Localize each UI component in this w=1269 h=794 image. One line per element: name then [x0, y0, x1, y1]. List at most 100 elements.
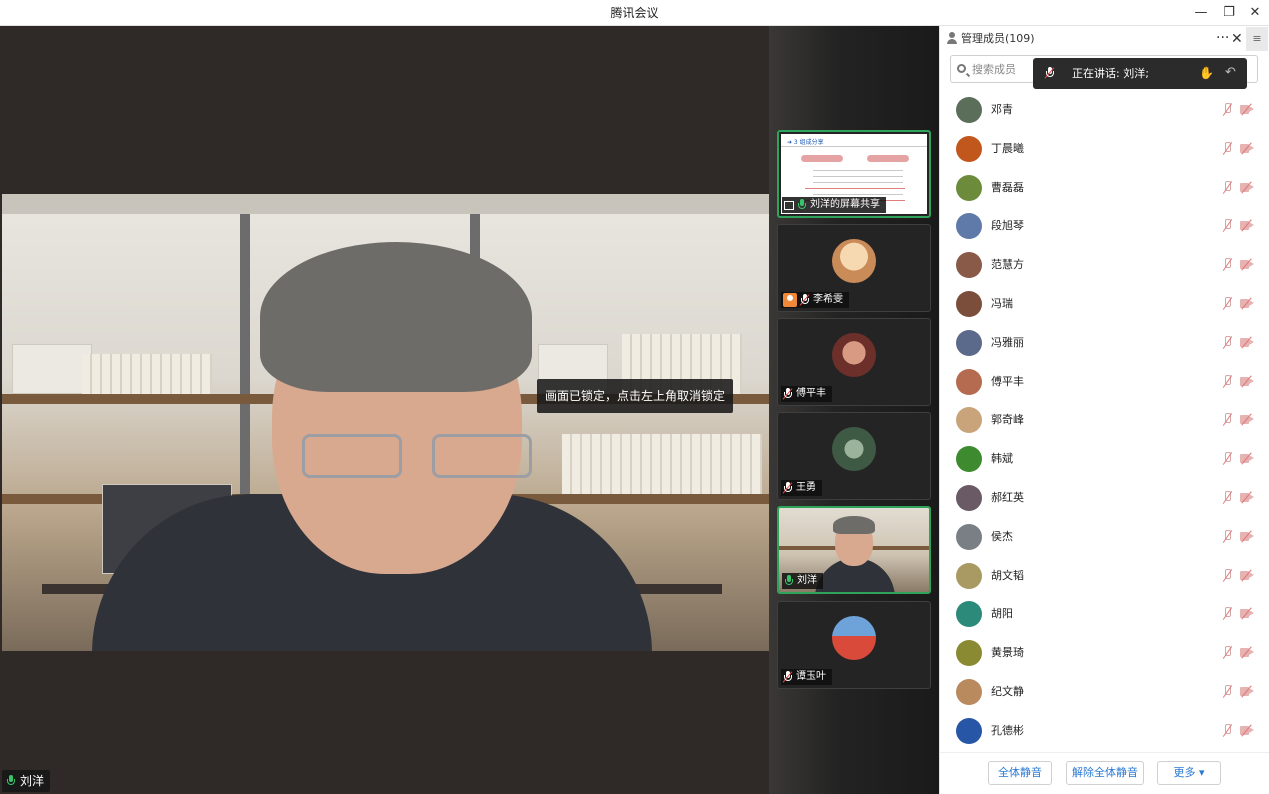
thumb-participant[interactable]: 王勇	[777, 412, 931, 500]
mic-muted-icon[interactable]	[1222, 568, 1232, 582]
member-row[interactable]: 郝红英	[940, 480, 1269, 518]
screen-share-icon	[784, 200, 794, 210]
member-avatar	[956, 562, 982, 589]
camera-off-icon[interactable]	[1240, 569, 1254, 582]
member-name: 丁晨曦	[991, 141, 1024, 155]
camera-off-icon[interactable]	[1240, 142, 1254, 155]
thumb-name-bar: 刘洋的屏幕共享	[782, 197, 886, 213]
mic-muted-icon[interactable]	[1222, 529, 1232, 543]
camera-off-icon[interactable]	[1240, 724, 1254, 737]
mic-muted-icon	[782, 482, 793, 494]
camera-off-icon[interactable]	[1240, 491, 1254, 504]
raise-hand-icon[interactable]: ✋	[1199, 66, 1223, 80]
member-avatar	[956, 523, 982, 550]
member-row[interactable]: 胡文韬	[940, 558, 1269, 596]
participant-avatar	[832, 333, 876, 377]
video-bg-box	[12, 344, 92, 394]
member-name: 邓青	[991, 103, 1013, 116]
more-dropdown-button[interactable]: 更多 ▾	[1157, 761, 1221, 785]
thumb-participant[interactable]: 傅平丰	[777, 318, 931, 406]
member-name: 段旭琴	[991, 219, 1024, 233]
mic-muted-icon[interactable]	[1222, 141, 1232, 155]
thumb-screen-share[interactable]: ➜ 3 组成分享 刘洋的屏幕共享	[777, 130, 931, 218]
mic-muted-icon[interactable]	[1222, 103, 1232, 116]
main-stage: 画面已锁定，点击左上角取消锁定 刘洋	[0, 26, 769, 794]
camera-off-icon[interactable]	[1240, 297, 1254, 310]
thumb-name: 李希雯	[813, 294, 843, 305]
mic-muted-icon[interactable]	[1222, 491, 1232, 504]
close-window-button[interactable]: ✕	[1240, 0, 1269, 26]
member-row[interactable]: 丁晨曦	[940, 131, 1269, 169]
camera-off-icon[interactable]	[1240, 375, 1254, 388]
thumb-name-bar: 王勇	[781, 480, 822, 496]
undo-icon[interactable]: ↶	[1225, 65, 1236, 81]
minimize-button[interactable]: —	[1186, 0, 1216, 26]
thumb-name: 刘洋的屏幕共享	[810, 199, 880, 210]
main-video[interactable]	[2, 194, 769, 651]
mic-muted-icon[interactable]	[1222, 607, 1232, 620]
member-row[interactable]: 范慧方	[940, 247, 1269, 285]
mic-muted-icon[interactable]	[1222, 723, 1232, 737]
camera-off-icon[interactable]	[1240, 530, 1254, 543]
thumb-participant[interactable]: 李希雯	[777, 224, 931, 312]
member-row[interactable]: 郭奇峰	[940, 402, 1269, 440]
camera-off-icon[interactable]	[1240, 258, 1254, 271]
camera-off-icon[interactable]	[1240, 452, 1254, 465]
mic-muted-icon[interactable]	[1222, 335, 1232, 349]
member-name: 胡阳	[991, 607, 1013, 621]
camera-off-icon[interactable]	[1240, 103, 1254, 116]
member-row[interactable]: 韩斌	[940, 441, 1269, 479]
member-row[interactable]: 傅平丰	[940, 364, 1269, 402]
thumb-participant[interactable]: 谭玉叶	[777, 601, 931, 689]
camera-off-icon[interactable]	[1240, 646, 1254, 659]
camera-off-icon[interactable]	[1240, 685, 1254, 698]
mic-muted-icon[interactable]	[1222, 219, 1232, 232]
member-avatar	[956, 679, 982, 705]
camera-off-icon[interactable]	[1240, 336, 1254, 349]
member-name: 冯瑞	[991, 297, 1013, 310]
more-options-button[interactable]: ···	[1216, 26, 1229, 50]
member-avatar	[956, 368, 982, 395]
member-row[interactable]: 邓青	[940, 92, 1269, 130]
thumb-participant-video[interactable]: 刘洋	[777, 506, 931, 594]
mic-muted-icon[interactable]	[1222, 297, 1232, 310]
member-avatar	[956, 213, 982, 240]
mic-on-icon	[784, 575, 794, 587]
member-row[interactable]: 孔德彬	[940, 713, 1269, 751]
mic-muted-icon[interactable]	[1222, 374, 1232, 388]
camera-off-icon[interactable]	[1240, 181, 1254, 194]
main-speaker-name: 刘洋	[20, 774, 45, 788]
mic-muted-icon[interactable]	[1222, 646, 1232, 659]
mic-muted-icon[interactable]	[1222, 413, 1232, 426]
member-row[interactable]: 纪文静	[940, 674, 1269, 712]
camera-off-icon[interactable]	[1240, 219, 1254, 232]
member-avatar	[956, 640, 982, 667]
mic-muted-icon[interactable]	[1222, 258, 1232, 271]
camera-off-icon[interactable]	[1240, 607, 1254, 620]
member-row[interactable]: 曹磊磊	[940, 170, 1269, 208]
mic-muted-icon[interactable]	[1222, 685, 1232, 698]
mic-muted-icon[interactable]	[1222, 452, 1232, 465]
mute-all-button[interactable]: 全体静音	[988, 761, 1052, 785]
thumb-name-bar: 李希雯	[781, 292, 849, 308]
member-row[interactable]: 侯杰	[940, 519, 1269, 557]
member-name: 黄景琦	[991, 646, 1024, 660]
participant-avatar	[832, 427, 876, 471]
host-icon	[783, 293, 797, 307]
member-row[interactable]: 胡阳	[940, 596, 1269, 634]
video-bg-books	[82, 354, 212, 394]
thumb-name-bar: 刘洋	[782, 573, 823, 589]
member-row[interactable]: 冯瑞	[940, 286, 1269, 324]
member-name: 郭奇峰	[991, 413, 1024, 427]
member-avatar	[956, 97, 982, 123]
member-row[interactable]: 段旭琴	[940, 208, 1269, 246]
mic-muted-icon[interactable]	[1222, 180, 1232, 194]
member-row[interactable]: 冯雅丽	[940, 325, 1269, 363]
unmute-all-button[interactable]: 解除全体静音	[1066, 761, 1144, 785]
member-row[interactable]: 黄景琦	[940, 635, 1269, 673]
member-name: 胡文韬	[991, 568, 1024, 582]
menu-icon[interactable]: ≡	[1246, 27, 1268, 51]
close-panel-button[interactable]: ✕	[1231, 26, 1243, 52]
camera-off-icon[interactable]	[1240, 413, 1254, 426]
title-bar: 腾讯会议 — ❐ ✕	[0, 0, 1269, 26]
